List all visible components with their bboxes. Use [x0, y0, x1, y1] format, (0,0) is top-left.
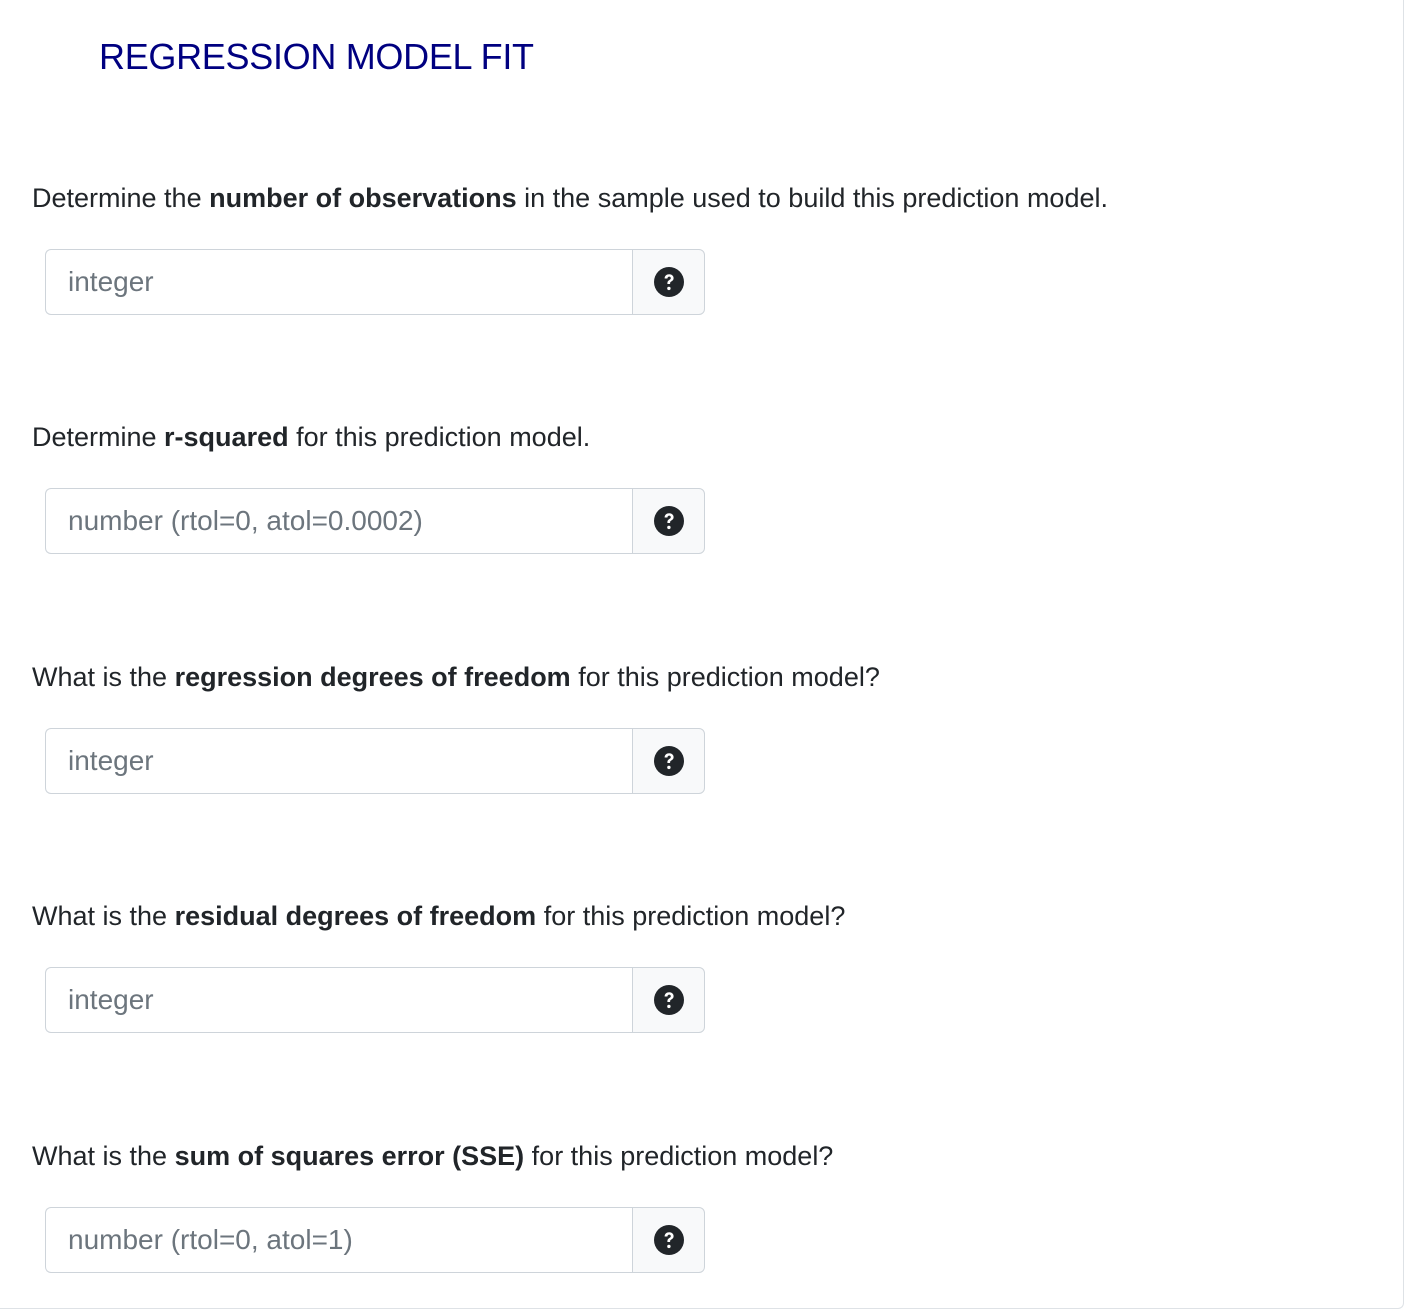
question-prompt: What is the sum of squares error (SSE) f… — [32, 1141, 834, 1171]
answer-input[interactable] — [45, 1207, 632, 1273]
question-prompt: Determine r-squared for this prediction … — [32, 422, 591, 452]
answer-input-group — [45, 488, 705, 554]
question-circle-icon — [653, 1225, 684, 1255]
answer-input[interactable] — [45, 249, 632, 315]
question-prompt: What is the regression degrees of freedo… — [32, 662, 880, 692]
help-button[interactable] — [632, 488, 705, 554]
answer-input[interactable] — [45, 728, 632, 794]
question-circle-icon — [653, 746, 684, 776]
help-button[interactable] — [632, 1207, 705, 1273]
answer-input-group — [45, 728, 705, 794]
question-keyword: regression degrees of freedom — [174, 662, 571, 692]
question-circle-icon — [653, 267, 684, 297]
question-prompt: Determine the number of observations in … — [32, 183, 1108, 213]
question-circle-icon — [653, 506, 684, 536]
page-title: REGRESSION MODEL FIT — [99, 36, 534, 77]
question-prompt: What is the residual degrees of freedom … — [32, 901, 846, 931]
question-circle-icon — [653, 985, 684, 1015]
answer-input[interactable] — [45, 967, 632, 1033]
answer-input-group — [45, 249, 705, 315]
help-button[interactable] — [632, 728, 705, 794]
answer-input-group — [45, 967, 705, 1033]
answer-input-group — [45, 1207, 705, 1273]
help-button[interactable] — [632, 249, 705, 315]
help-button[interactable] — [632, 967, 705, 1033]
question-keyword: residual degrees of freedom — [174, 901, 537, 931]
question-card: REGRESSION MODEL FIT Determine the numbe… — [0, 0, 1404, 1309]
question-keyword: number of observations — [209, 183, 517, 213]
answer-input[interactable] — [45, 488, 632, 554]
question-keyword: sum of squares error (SSE) — [174, 1141, 525, 1171]
question-keyword: r-squared — [164, 422, 289, 452]
